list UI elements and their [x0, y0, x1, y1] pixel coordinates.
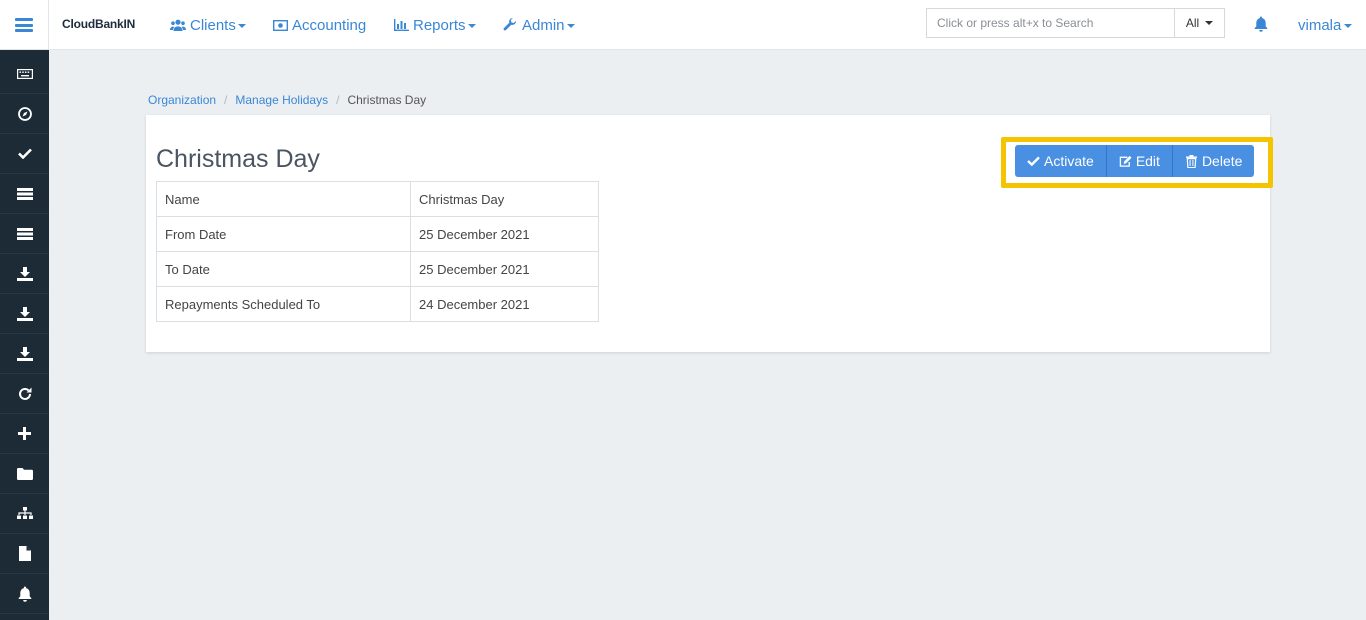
sidebar-item-organization[interactable]	[0, 494, 49, 534]
sidebar-item-download-1[interactable]	[0, 254, 49, 294]
menu-toggle-button[interactable]	[0, 0, 49, 50]
table-row: Repayments Scheduled To 24 December 2021	[156, 286, 599, 322]
hamburger-icon	[15, 18, 33, 32]
nav-accounting[interactable]: Accounting	[272, 0, 366, 50]
row-label: Repayments Scheduled To	[156, 286, 411, 322]
keyboard-icon	[16, 68, 33, 79]
sidebar-item-notifications[interactable]	[0, 574, 49, 614]
nav-admin-label: Admin	[522, 16, 565, 34]
sidebar-item-download-2[interactable]	[0, 294, 49, 334]
row-value: 24 December 2021	[410, 286, 599, 322]
delete-button-label: Delete	[1201, 153, 1243, 169]
row-value: Christmas Day	[410, 181, 599, 217]
holiday-details-table: Name Christmas Day From Date 25 December…	[156, 181, 599, 322]
sidebar-item-keyboard[interactable]	[0, 54, 49, 94]
sitemap-icon	[16, 506, 33, 519]
sidebar-item-refresh[interactable]	[0, 374, 49, 414]
sidebar-item-groups[interactable]	[0, 214, 49, 254]
sidebar-item-documents[interactable]	[0, 534, 49, 574]
breadcrumb-manage-holidays[interactable]: Manage Holidays	[235, 93, 328, 107]
refresh-icon	[18, 387, 31, 400]
nav-reports[interactable]: Reports	[393, 0, 476, 50]
users-icon	[170, 18, 186, 32]
file-icon	[18, 546, 31, 561]
delete-button[interactable]: Delete	[1172, 145, 1255, 177]
search-scope-dropdown[interactable]: All	[1174, 9, 1224, 37]
nav-reports-label: Reports	[413, 16, 466, 34]
action-button-group: Activate Edit Delete	[1015, 145, 1255, 177]
breadcrumb-current: Christmas Day	[347, 93, 427, 107]
money-icon	[272, 18, 288, 32]
table-row: To Date 25 December 2021	[156, 251, 599, 287]
trash-icon	[1185, 154, 1198, 168]
sidebar	[0, 50, 49, 620]
compass-icon	[17, 106, 32, 121]
bell-icon	[18, 586, 31, 602]
sidebar-item-navigation[interactable]	[0, 94, 49, 134]
download-icon	[16, 266, 33, 281]
caret-down-icon	[467, 24, 476, 28]
nav-accounting-label: Accounting	[292, 16, 367, 34]
server-icon	[16, 227, 33, 240]
user-menu[interactable]: vimala	[1298, 0, 1353, 50]
download-icon	[16, 306, 33, 321]
server-icon	[16, 187, 33, 200]
activate-button[interactable]: Activate	[1015, 145, 1107, 177]
breadcrumb-organization[interactable]: Organization	[148, 93, 216, 107]
sidebar-item-collections[interactable]	[0, 174, 49, 214]
table-row: Name Christmas Day	[156, 181, 599, 217]
edit-button[interactable]: Edit	[1106, 145, 1173, 177]
caret-down-icon	[237, 24, 246, 28]
activate-button-label: Activate	[1044, 153, 1094, 169]
top-navbar: CloudBankIN Clients Accounting Reports A…	[0, 0, 1366, 50]
check-icon	[17, 148, 32, 159]
download-icon	[16, 346, 33, 361]
folder-icon	[16, 467, 33, 480]
table-row: From Date 25 December 2021	[156, 216, 599, 252]
sidebar-item-download-3[interactable]	[0, 334, 49, 374]
caret-down-icon	[566, 24, 575, 28]
page-title: Christmas Day	[156, 145, 320, 173]
nav-clients[interactable]: Clients	[170, 0, 246, 50]
edit-icon	[1119, 155, 1132, 168]
nav-clients-label: Clients	[190, 16, 236, 34]
holiday-details-card: Christmas Day Name Christmas Day From Da…	[146, 115, 1270, 352]
row-value: 25 December 2021	[410, 216, 599, 252]
sidebar-item-folder[interactable]	[0, 454, 49, 494]
row-value: 25 December 2021	[410, 251, 599, 287]
caret-down-icon	[1205, 21, 1214, 25]
search-box: All	[926, 8, 1225, 38]
edit-button-label: Edit	[1135, 153, 1160, 169]
bar-chart-icon	[393, 18, 409, 32]
user-name: vimala	[1298, 16, 1342, 34]
row-label: Name	[156, 181, 411, 217]
check-icon	[1027, 155, 1040, 168]
brand-logo[interactable]: CloudBankIN	[62, 17, 135, 31]
sidebar-item-checker[interactable]	[0, 134, 49, 174]
search-scope-label: All	[1185, 16, 1200, 30]
wrench-icon	[502, 18, 518, 32]
plus-icon	[18, 427, 31, 440]
sidebar-item-add[interactable]	[0, 414, 49, 454]
caret-down-icon	[1344, 24, 1353, 28]
notifications-bell-icon[interactable]	[1254, 16, 1270, 32]
nav-admin[interactable]: Admin	[502, 0, 575, 50]
row-label: From Date	[156, 216, 411, 252]
row-label: To Date	[156, 251, 411, 287]
search-input[interactable]	[927, 9, 1174, 37]
breadcrumb: Organization / Manage Holidays / Christm…	[148, 93, 427, 107]
